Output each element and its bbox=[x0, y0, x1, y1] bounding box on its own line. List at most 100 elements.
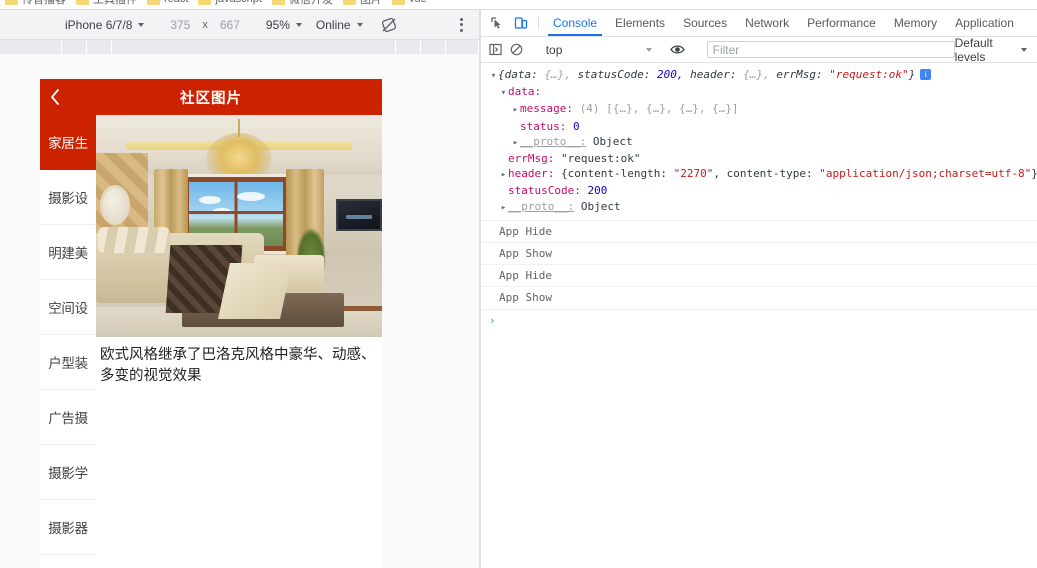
sidebar-item-bright-build[interactable]: 明建美 bbox=[40, 225, 96, 280]
bookmark-item[interactable]: javascript bbox=[195, 0, 268, 9]
info-icon[interactable]: i bbox=[920, 69, 932, 80]
header-content-length: "2270" bbox=[673, 167, 714, 181]
photo-cloud bbox=[213, 208, 231, 214]
row-value: 200 bbox=[587, 184, 608, 198]
throttling-dropdown[interactable]: Online bbox=[313, 16, 366, 34]
sidebar-item-space-design[interactable]: 空间设 bbox=[40, 280, 96, 335]
zoom-dropdown[interactable]: 95% bbox=[263, 16, 305, 34]
row-key: __proto__: bbox=[508, 199, 575, 213]
console-row-proto-outer[interactable]: ▸ __proto__: Object bbox=[481, 199, 1037, 220]
expand-triangle-icon[interactable]: ▾ bbox=[489, 69, 498, 84]
log-levels-dropdown[interactable]: Default levels bbox=[955, 36, 1027, 64]
folder-icon bbox=[198, 0, 212, 5]
sidebar-item-photo-study[interactable]: 摄影学 bbox=[40, 445, 96, 500]
summary-err-value: "request:ok" bbox=[829, 68, 909, 81]
console-row-header[interactable]: ▸ header: {content-length: "2270", conten… bbox=[481, 166, 1037, 183]
sidebar-item-ad-photo[interactable]: 广告摄 bbox=[40, 390, 96, 445]
bookmark-label: 工具插件 bbox=[93, 0, 137, 6]
row-value: 0 bbox=[572, 119, 580, 133]
console-message-row[interactable]: App Hide bbox=[481, 219, 1037, 244]
inspect-element-icon[interactable] bbox=[485, 10, 509, 36]
page-title: 社区图片 bbox=[180, 90, 242, 107]
console-message-row[interactable]: App Hide bbox=[481, 265, 1037, 288]
console-message-row[interactable]: App Show bbox=[481, 243, 1037, 266]
header-content-type: "application/json;charset=utf-8" bbox=[819, 167, 1032, 181]
sidebar-item-home-living[interactable]: 家居生 bbox=[40, 115, 96, 170]
console-sidebar-icon[interactable] bbox=[485, 43, 506, 56]
expand-triangle-icon[interactable]: ▸ bbox=[511, 103, 520, 118]
tab-application[interactable]: Application bbox=[946, 10, 1023, 36]
kebab-dot bbox=[459, 23, 463, 26]
device-preset-dropdown[interactable]: iPhone 6/7/8 bbox=[62, 16, 147, 34]
tab-performance[interactable]: Performance bbox=[798, 10, 885, 36]
rotate-icon[interactable] bbox=[380, 16, 398, 34]
bookmark-label: javascript bbox=[215, 0, 261, 5]
viewport-ruler[interactable] bbox=[0, 40, 479, 54]
folder-icon bbox=[5, 0, 18, 5]
ruler-segment bbox=[421, 40, 446, 54]
bookmark-item[interactable]: 传智播客 bbox=[2, 0, 73, 9]
chevron-down-icon bbox=[1021, 47, 1027, 52]
tab-label: Performance bbox=[807, 16, 876, 30]
tab-network[interactable]: Network bbox=[736, 10, 798, 36]
sidebar-item-label: 户型装 bbox=[48, 356, 88, 371]
summary-close: } bbox=[908, 68, 916, 81]
live-expression-icon[interactable] bbox=[667, 43, 688, 56]
expand-triangle-icon[interactable]: ▸ bbox=[499, 201, 508, 216]
tab-elements[interactable]: Elements bbox=[606, 10, 674, 36]
bookmark-item[interactable]: vue bbox=[389, 0, 434, 9]
chevron-down-icon bbox=[295, 22, 302, 27]
console-row-status[interactable]: status: 0 bbox=[481, 119, 1037, 134]
expand-triangle-icon[interactable]: ▸ bbox=[499, 168, 508, 183]
console-row-data[interactable]: ▾ data: bbox=[481, 84, 1037, 101]
console-output[interactable]: ▾ {data: {…}, statusCode: 200, header: {…… bbox=[481, 63, 1037, 568]
console-message-row[interactable]: App Show bbox=[481, 287, 1037, 310]
bookmark-item[interactable]: react bbox=[144, 0, 195, 9]
sidebar-item-label: 空间设 bbox=[48, 301, 88, 316]
tab-console[interactable]: Console bbox=[544, 10, 606, 36]
log-levels-label: Default levels bbox=[954, 35, 993, 64]
sidebar-item-label: 摄影器 bbox=[48, 521, 88, 536]
bookmark-item[interactable]: 图片 bbox=[340, 0, 389, 9]
row-key: statusCode: bbox=[508, 184, 581, 198]
console-row-errmsg[interactable]: errMsg: "request:ok" bbox=[481, 151, 1037, 166]
console-prompt[interactable]: › bbox=[481, 310, 1037, 331]
console-row-statuscode[interactable]: statusCode: 200 bbox=[481, 183, 1037, 198]
expand-triangle-icon[interactable]: ▾ bbox=[499, 86, 508, 101]
tab-label: Network bbox=[745, 16, 790, 30]
console-message-text: App Hide bbox=[499, 224, 552, 238]
summary-open: { bbox=[498, 68, 505, 81]
console-object-summary[interactable]: ▾ {data: {…}, statusCode: 200, header: {…… bbox=[481, 63, 1037, 84]
back-chevron-icon[interactable] bbox=[40, 79, 70, 115]
console-row-message[interactable]: ▸ message: (4) [{…}, {…}, {…}, {…}] bbox=[481, 101, 1037, 118]
execution-context-dropdown[interactable]: top bbox=[542, 41, 656, 59]
tab-memory[interactable]: Memory bbox=[885, 10, 946, 36]
bookmark-item[interactable]: 微信开发 bbox=[269, 0, 340, 9]
category-sidebar[interactable]: 家居生 摄影设 明建美 空间设 户型装 广告摄 摄影学 摄影器 bbox=[40, 115, 96, 568]
viewport-height-input[interactable]: 667 bbox=[213, 18, 247, 32]
header-close: } bbox=[1031, 167, 1037, 180]
clear-console-icon[interactable] bbox=[506, 43, 527, 56]
photo-throw-blanket bbox=[218, 263, 292, 319]
device-toolbar-icon[interactable] bbox=[509, 10, 533, 36]
tab-label: Elements bbox=[615, 16, 666, 30]
app-body: 家居生 摄影设 明建美 空间设 户型装 广告摄 摄影学 摄影器 欧式风格继承了巴… bbox=[40, 115, 382, 568]
folder-icon bbox=[147, 0, 160, 5]
photo-mirror bbox=[100, 185, 130, 225]
summary-err-key: errMsg: bbox=[769, 68, 823, 81]
ruler-segment bbox=[62, 40, 87, 54]
bedroom-interior-photo[interactable] bbox=[96, 115, 382, 337]
sidebar-item-layout-decor[interactable]: 户型装 bbox=[40, 335, 96, 390]
expand-triangle-icon[interactable]: ▸ bbox=[511, 136, 520, 151]
filter-input[interactable] bbox=[706, 41, 955, 58]
sidebar-item-photo-design[interactable]: 摄影设 bbox=[40, 170, 96, 225]
photo-caption: 欧式风格继承了巴洛克风格中豪华、动感、多变的视觉效果 bbox=[100, 347, 376, 385]
tab-label: Console bbox=[553, 16, 598, 30]
bookmark-item[interactable]: 工具插件 bbox=[73, 0, 144, 9]
tab-sources[interactable]: Sources bbox=[674, 10, 736, 36]
viewport-width-input[interactable]: 375 bbox=[163, 18, 197, 32]
device-toolbar-more-menu[interactable] bbox=[453, 17, 469, 32]
sidebar-item-photo-gear[interactable]: 摄影器 bbox=[40, 500, 96, 555]
summary-status-key: statusCode: bbox=[570, 68, 651, 81]
console-row-proto-inner[interactable]: ▸ __proto__: Object bbox=[481, 134, 1037, 151]
